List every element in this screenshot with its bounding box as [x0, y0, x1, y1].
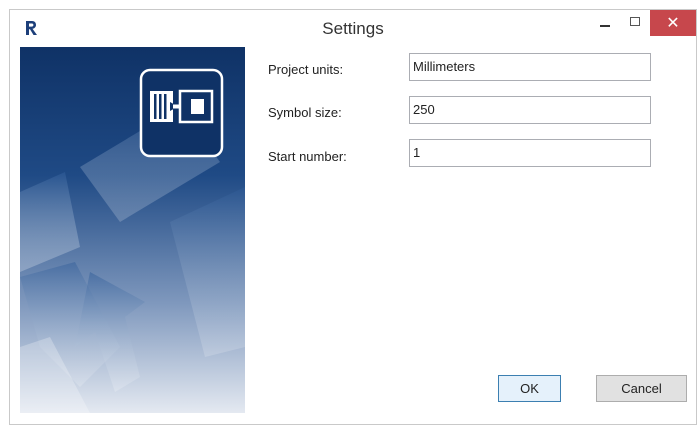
close-icon: ✕ [666, 13, 680, 32]
settings-window: Settings ✕ Project units: Millimeters Sy… [9, 9, 697, 425]
maximize-button[interactable] [620, 10, 650, 38]
ok-button[interactable]: OK [498, 375, 561, 402]
symbol-size-field[interactable]: 250 [409, 96, 651, 124]
close-button[interactable]: ✕ [650, 10, 696, 36]
numbering-symbol-icon [139, 68, 224, 158]
start-number-field[interactable]: 1 [409, 139, 651, 167]
maximize-icon [630, 17, 640, 26]
minimize-icon [600, 25, 610, 27]
project-units-label: Project units: [268, 62, 344, 77]
banner-image [20, 47, 245, 413]
project-units-field[interactable]: Millimeters [409, 53, 651, 81]
symbol-size-label: Symbol size: [268, 105, 342, 120]
title-bar[interactable]: Settings ✕ [10, 10, 696, 47]
minimize-button[interactable] [590, 10, 620, 38]
cancel-button[interactable]: Cancel [596, 375, 687, 402]
start-number-label: Start number: [268, 149, 347, 164]
